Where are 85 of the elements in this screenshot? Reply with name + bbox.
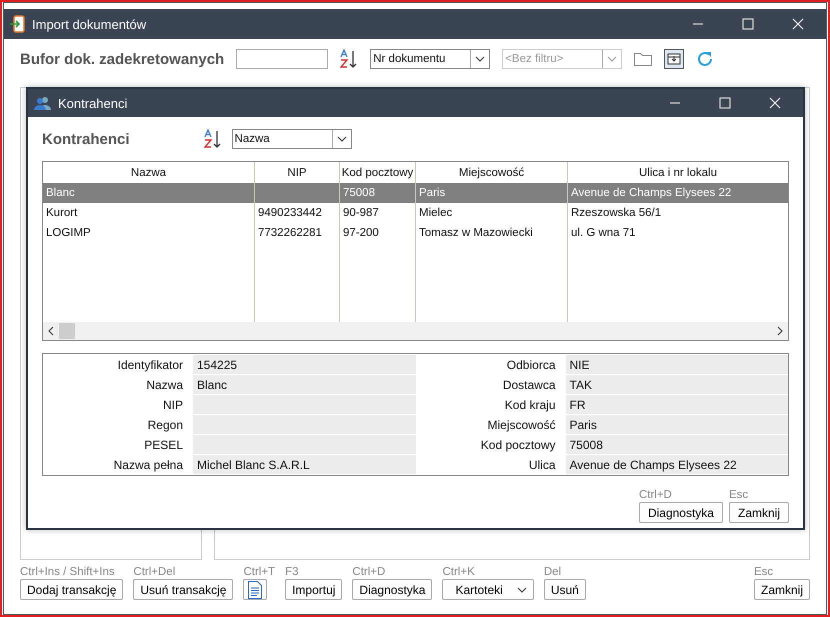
field-value: Paris bbox=[566, 415, 788, 434]
shortcut-label: Ctrl+D bbox=[352, 566, 386, 578]
window-title: Import dokumentów bbox=[32, 16, 146, 32]
field-label: Regon bbox=[146, 416, 184, 434]
dialog-heading: Kontrahenci bbox=[42, 130, 130, 148]
maximize-icon[interactable] bbox=[719, 97, 731, 109]
column-header[interactable]: Ulica i nr lokalu bbox=[568, 162, 788, 183]
table-row[interactable]: Kurort 9490233442 90-987 Mielec Rzeszowska 56/1 bbox=[43, 203, 788, 223]
shortcut-label: Esc bbox=[754, 566, 774, 578]
field-value: NIE bbox=[566, 355, 788, 374]
field-label: Miejscowość bbox=[486, 416, 556, 434]
field-value: FR bbox=[566, 395, 788, 414]
table-cell: LOGIMP bbox=[43, 223, 255, 243]
table-cell: Mielec bbox=[416, 203, 568, 223]
table-cell: 7732262281 bbox=[255, 223, 340, 243]
archive-icon[interactable] bbox=[664, 49, 684, 69]
caret-icon bbox=[516, 586, 527, 592]
shortcut-label: Ctrl+Ins / Shift+Ins bbox=[20, 566, 116, 578]
search-field[interactable] bbox=[236, 49, 328, 69]
shortcut-label: Ctrl+T bbox=[243, 566, 276, 578]
action-button[interactable]: Dodaj transakcję bbox=[20, 579, 124, 600]
action-button[interactable]: Usuń bbox=[544, 579, 586, 600]
action-button[interactable]: Diagnostyka bbox=[352, 579, 432, 600]
table-row[interactable]: Blanc 75008 Paris Avenue de Champs Elysees 22 bbox=[43, 183, 788, 203]
shortcut-label: Ctrl+Del bbox=[133, 566, 176, 578]
field-value: Avenue de Champs Elysees 22 bbox=[566, 455, 788, 474]
caret-icon bbox=[475, 56, 486, 62]
action-button[interactable]: Importuj bbox=[285, 579, 342, 600]
folder-icon[interactable] bbox=[634, 52, 652, 66]
close-icon[interactable] bbox=[792, 18, 804, 30]
shortcut-label: Ctrl+K bbox=[442, 566, 476, 578]
table-cell: 9490233442 bbox=[255, 203, 340, 223]
field-label: Nazwa pełna bbox=[112, 456, 184, 474]
field-label: Ulica bbox=[528, 456, 556, 474]
field-label: Identyfikator bbox=[116, 356, 184, 374]
table-cell: Blanc bbox=[43, 183, 255, 203]
table-cell: Tomasz w Mazowiecki bbox=[416, 223, 568, 243]
table-cell: Paris bbox=[416, 183, 568, 203]
import-icon bbox=[10, 15, 26, 33]
field-label: Kod pocztowy bbox=[480, 436, 556, 454]
table-cell: 97-200 bbox=[340, 223, 416, 243]
field-label: Dostawca bbox=[502, 376, 556, 394]
table-cell: 75008 bbox=[340, 183, 416, 203]
maximize-icon[interactable] bbox=[742, 18, 754, 30]
shortcut-label: F3 bbox=[285, 566, 300, 578]
sort-icon[interactable] bbox=[340, 49, 358, 69]
field-value: Michel Blanc S.A.R.L bbox=[193, 455, 416, 474]
action-button[interactable]: Diagnostyka bbox=[638, 502, 723, 523]
refresh-icon[interactable] bbox=[696, 50, 714, 68]
close-icon[interactable] bbox=[769, 97, 781, 109]
dropdown-button[interactable]: Kartoteki bbox=[442, 579, 534, 600]
field-label: NIP bbox=[162, 396, 184, 414]
sort-dropdown[interactable]: Nr dokumentu bbox=[370, 49, 490, 69]
table-cell-text: ul. G wna 71 bbox=[570, 226, 637, 241]
scroll-thumb[interactable] bbox=[59, 323, 75, 339]
shortcut-label: Ctrl+D bbox=[638, 489, 673, 501]
horizontal-scrollbar[interactable] bbox=[43, 322, 788, 340]
scroll-left-icon[interactable] bbox=[47, 326, 55, 336]
users-icon bbox=[34, 96, 52, 110]
buffer-title: Bufor dok. zadekretowanych bbox=[20, 50, 224, 68]
table-cell-text: Avenue de Champs Elysees 22 bbox=[570, 186, 732, 201]
field-value: Blanc bbox=[193, 375, 416, 394]
document-button[interactable] bbox=[243, 579, 268, 600]
table-row[interactable]: LOGIMP 7732262281 97-200 Tomasz w Mazowiecki ul. G wna 71 bbox=[43, 223, 788, 243]
table-cell: Kurort bbox=[43, 203, 255, 223]
field-label: PESEL bbox=[143, 436, 184, 454]
field-value: TAK bbox=[566, 375, 788, 394]
scroll-right-icon[interactable] bbox=[776, 326, 784, 336]
field-value: 154225 bbox=[193, 355, 416, 374]
caret-icon bbox=[336, 136, 347, 142]
action-button[interactable]: Usuń transakcję bbox=[133, 579, 234, 600]
field-value: 75008 bbox=[566, 435, 788, 454]
caret-icon bbox=[607, 56, 618, 62]
shortcut-label: Esc bbox=[728, 489, 750, 501]
sort-icon[interactable] bbox=[204, 129, 222, 149]
action-button[interactable]: Zamknij bbox=[728, 502, 789, 523]
field-label: Odbiorca bbox=[506, 356, 556, 374]
field-label: Nazwa bbox=[145, 376, 184, 394]
shortcut-label: Del bbox=[544, 566, 562, 578]
table-cell: 90-987 bbox=[340, 203, 416, 223]
action-button[interactable]: Zamknij bbox=[754, 579, 810, 600]
field-label: Kod kraju bbox=[504, 396, 556, 414]
sort-dropdown[interactable]: Nazwa bbox=[232, 129, 352, 149]
dialog-title: Kontrahenci bbox=[58, 96, 128, 110]
table-cell-text: Rzeszowska 56/1 bbox=[570, 206, 662, 221]
